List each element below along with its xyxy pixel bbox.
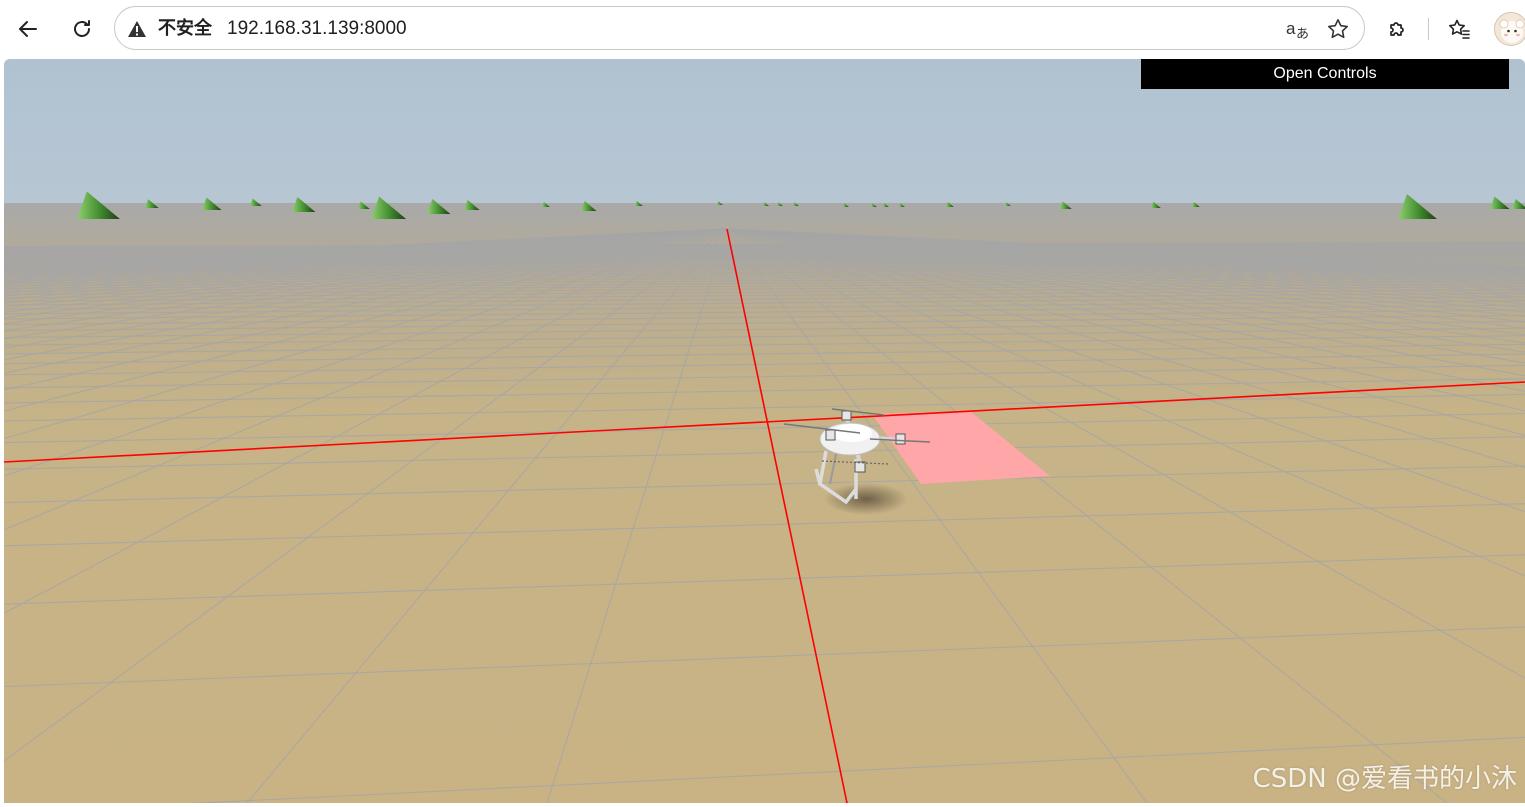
- svg-text:a: a: [1286, 19, 1296, 38]
- reload-icon: [74, 20, 90, 37]
- browser-toolbar: 不安全 192.168.31.139:8000 a あ: [0, 0, 1525, 58]
- favorites-button[interactable]: [1441, 11, 1477, 47]
- drone-body-top: [832, 424, 872, 442]
- watermark: CSDN @爱看书的小沐: [1252, 764, 1517, 794]
- extensions-button[interactable]: [1380, 11, 1416, 47]
- back-button[interactable]: [10, 11, 46, 47]
- profile-avatar-icon: [1499, 19, 1525, 43]
- favorites-icon: [1449, 19, 1470, 39]
- drone-motor: [895, 433, 906, 445]
- 3d-scene[interactable]: [4, 59, 1525, 803]
- star-icon: [1328, 19, 1348, 39]
- address-bar[interactable]: 不安全 192.168.31.139:8000 a あ: [114, 6, 1365, 50]
- translate-button[interactable]: a あ: [1282, 13, 1314, 45]
- puzzle-icon: [1390, 22, 1404, 36]
- back-arrow-icon: [19, 21, 37, 37]
- drone-shadow: [824, 483, 908, 515]
- reload-button[interactable]: [64, 11, 100, 47]
- drone-motor: [825, 429, 836, 441]
- warning-icon[interactable]: [127, 19, 147, 39]
- drone-motor: [854, 461, 866, 473]
- svg-text:あ: あ: [1296, 27, 1309, 41]
- translate-icon: a あ: [1286, 19, 1309, 41]
- security-status-label[interactable]: 不安全: [158, 18, 212, 40]
- toolbar-divider: [1428, 18, 1429, 40]
- add-favorite-button[interactable]: [1322, 13, 1354, 45]
- avatar[interactable]: [1494, 12, 1525, 46]
- webgl-viewport[interactable]: Open Controls CSDN @爱看书的小沐: [4, 59, 1525, 803]
- drone-motor: [841, 410, 852, 421]
- url-text[interactable]: 192.168.31.139:8000: [227, 18, 407, 40]
- open-controls-button[interactable]: Open Controls: [1141, 59, 1509, 89]
